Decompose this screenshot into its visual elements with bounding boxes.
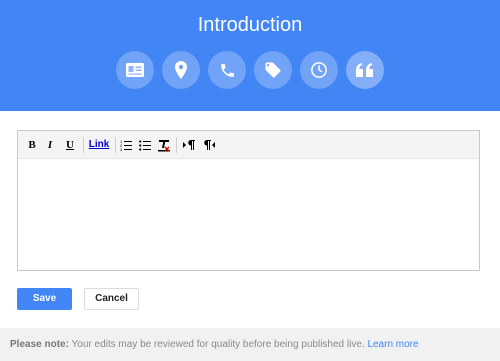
step-hours[interactable] — [300, 51, 338, 89]
paragraph-rtl-icon — [204, 140, 215, 150]
numbered-list-icon: 123 — [120, 139, 132, 152]
toolbar-divider — [83, 137, 84, 153]
bulleted-list-button[interactable] — [138, 137, 152, 153]
link-button[interactable]: Link — [88, 137, 110, 153]
note-text: Your edits may be reviewed for quality b… — [68, 339, 368, 350]
review-note: Please note: Your edits may be reviewed … — [0, 328, 500, 361]
text-direction-rtl-button[interactable] — [202, 137, 216, 153]
quote-icon — [356, 63, 373, 77]
note-label: Please note: — [10, 339, 69, 350]
clear-formatting-icon — [158, 140, 170, 152]
contact-card-icon — [126, 63, 144, 77]
section-steps — [116, 51, 386, 89]
paragraph-ltr-icon — [183, 140, 195, 150]
location-pin-icon — [175, 61, 187, 79]
svg-text:3: 3 — [120, 147, 123, 151]
step-location[interactable] — [162, 51, 200, 89]
tag-icon — [265, 62, 281, 78]
step-contact[interactable] — [116, 51, 154, 89]
toolbar-divider — [176, 137, 177, 153]
cancel-button[interactable]: Cancel — [84, 288, 139, 310]
introduction-textarea[interactable] — [18, 159, 479, 270]
rich-text-editor: B I U Link 123 — [17, 130, 480, 271]
save-button[interactable]: Save — [17, 288, 72, 310]
step-phone[interactable] — [208, 51, 246, 89]
clock-icon — [311, 62, 327, 78]
bulleted-list-icon — [139, 140, 151, 151]
text-direction-ltr-button[interactable] — [182, 137, 196, 153]
bold-button[interactable]: B — [26, 137, 38, 153]
toolbar-divider — [115, 137, 116, 153]
italic-button[interactable]: I — [44, 137, 56, 153]
numbered-list-button[interactable]: 123 — [119, 137, 133, 153]
header-banner: Introduction — [0, 0, 500, 111]
clear-formatting-button[interactable] — [157, 137, 171, 153]
step-tag[interactable] — [254, 51, 292, 89]
step-introduction[interactable] — [346, 51, 384, 89]
phone-icon — [220, 63, 234, 77]
learn-more-link[interactable]: Learn more — [367, 339, 418, 350]
underline-button[interactable]: U — [64, 137, 76, 153]
editor-toolbar: B I U Link 123 — [18, 131, 479, 159]
page-title: Introduction — [197, 14, 303, 36]
